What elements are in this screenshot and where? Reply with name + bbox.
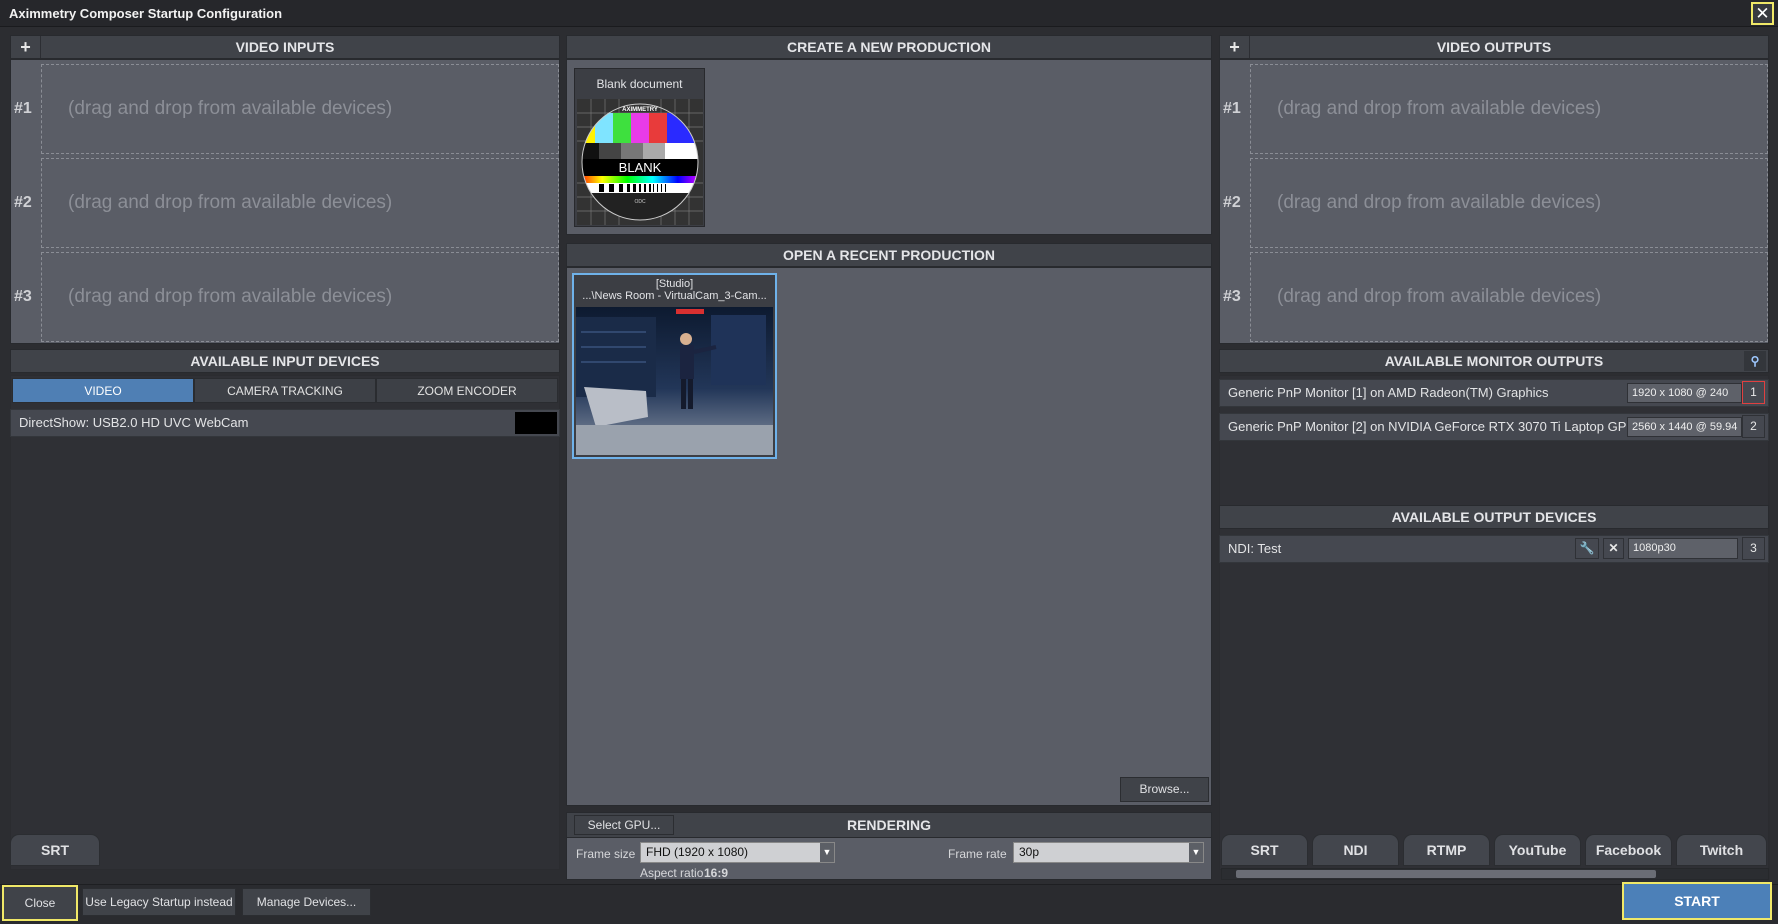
output-device-mode[interactable]: 1080p30 <box>1628 538 1738 559</box>
frame-rate-value: 30p <box>1019 845 1040 859</box>
frame-size-value: FHD (1920 x 1080) <box>646 845 749 859</box>
tab-camera-tracking[interactable]: CAMERA TRACKING <box>194 378 376 403</box>
frame-rate-label: Frame rate <box>948 847 1007 861</box>
blank-label-text: BLANK <box>619 160 662 175</box>
video-outputs-title: VIDEO OUTPUTS <box>1436 39 1552 55</box>
recent-production-thumbnail <box>576 307 773 455</box>
output-slot-1-dropzone[interactable]: (drag and drop from available devices) <box>1250 64 1768 154</box>
video-inputs-title: VIDEO INPUTS <box>235 39 335 55</box>
output-tab-rtmp[interactable]: RTMP <box>1403 834 1490 866</box>
recent-production-header: OPEN A RECENT PRODUCTION <box>566 243 1212 267</box>
output-tab-facebook[interactable]: Facebook <box>1585 834 1672 866</box>
monitor-2-mode[interactable]: 2560 x 1440 @ 59.94 <box>1627 417 1742 437</box>
frame-size-label: Frame size <box>576 847 636 861</box>
video-inputs-panel: #1 (drag and drop from available devices… <box>10 59 560 344</box>
aspect-ratio-label: Aspect ratio <box>640 866 704 880</box>
create-production-header: CREATE A NEW PRODUCTION <box>566 35 1212 59</box>
output-tab-youtube[interactable]: YouTube <box>1494 834 1581 866</box>
scrollbar-thumb[interactable] <box>1236 870 1656 878</box>
input-slot-number-1: #1 <box>14 100 32 117</box>
title-bar: Aximmetry Composer Startup Configuration… <box>0 0 1778 27</box>
video-inputs-header: + VIDEO INPUTS <box>10 35 560 59</box>
video-outputs-panel: #1 (drag and drop from available devices… <box>1219 59 1769 344</box>
output-slot-3-dropzone[interactable]: (drag and drop from available devices) <box>1250 252 1768 342</box>
tab-video[interactable]: VIDEO <box>12 378 194 403</box>
input-slot-number-2: #2 <box>14 194 32 211</box>
tab-zoom-encoder[interactable]: ZOOM ENCODER <box>376 378 558 403</box>
frame-size-dropdown-icon: ▼ <box>820 843 834 862</box>
window-title: Aximmetry Composer Startup Configuration <box>9 6 283 21</box>
remove-icon[interactable]: ✕ <box>1603 538 1624 559</box>
start-button[interactable]: START <box>1622 882 1772 920</box>
recent-item-line2: ...\News Room - VirtualCam_3-Cam... <box>582 290 767 302</box>
monitor-outputs-title: AVAILABLE MONITOR OUTPUTS <box>1384 353 1604 369</box>
input-slot-3-dropzone[interactable]: (drag and drop from available devices) <box>41 252 559 342</box>
monitor-1-mode[interactable]: 1920 x 1080 @ 240 <box>1627 383 1742 403</box>
output-slot-2-dropzone[interactable]: (drag and drop from available devices) <box>1250 158 1768 248</box>
device-preview-swatch <box>515 412 557 434</box>
input-srt-tab[interactable]: SRT <box>10 834 100 866</box>
output-devices-area <box>1219 375 1769 870</box>
frame-rate-select[interactable]: 30p ▼ <box>1013 842 1204 863</box>
legacy-startup-button[interactable]: Use Legacy Startup instead <box>82 888 236 916</box>
input-slot-number-3: #3 <box>14 288 32 305</box>
recent-item-line1: [Studio] <box>655 278 694 290</box>
monitor-2-name: Generic PnP Monitor [2] on NVIDIA GeForc… <box>1228 419 1628 434</box>
monitor-2-number[interactable]: 2 <box>1742 415 1765 438</box>
blank-brand-text: AXIMMETRY <box>622 107 658 113</box>
aspect-ratio-value: 16:9 <box>704 866 729 880</box>
close-button[interactable]: Close <box>2 885 78 921</box>
video-outputs-header: + VIDEO OUTPUTS <box>1219 35 1769 59</box>
wrench-icon[interactable]: 🔧 <box>1575 538 1599 559</box>
monitor-outputs-header: AVAILABLE MONITOR OUTPUTS ⚲ <box>1219 349 1769 373</box>
add-video-output-button[interactable]: + <box>1220 36 1250 58</box>
frame-rate-dropdown-icon: ▼ <box>1189 843 1203 862</box>
window-close-button[interactable]: ✕ <box>1751 2 1774 25</box>
input-devices-panel <box>10 375 560 870</box>
monitor-search-icon[interactable]: ⚲ <box>1744 351 1766 371</box>
output-device-name: NDI: Test <box>1228 541 1282 556</box>
output-tabs-scrollbar[interactable] <box>1221 868 1769 880</box>
input-slot-2-dropzone[interactable]: (drag and drop from available devices) <box>41 158 559 248</box>
output-devices-header: AVAILABLE OUTPUT DEVICES <box>1219 505 1769 529</box>
output-tab-ndi[interactable]: NDI <box>1312 834 1399 866</box>
output-slot-number-1: #1 <box>1223 100 1241 117</box>
output-tab-srt[interactable]: SRT <box>1221 834 1308 866</box>
blank-document-card[interactable]: Blank document AXIMMETRY BLANK ODC <box>574 68 705 227</box>
blank-test-pattern-icon: AXIMMETRY BLANK ODC <box>577 99 703 225</box>
blank-footer-text: ODC <box>634 199 646 205</box>
monitor-1-name: Generic PnP Monitor [1] on AMD Radeon(TM… <box>1228 385 1549 400</box>
output-slot-number-3: #3 <box>1223 288 1241 305</box>
manage-devices-button[interactable]: Manage Devices... <box>242 888 371 916</box>
add-video-input-button[interactable]: + <box>11 36 41 58</box>
rendering-title: RENDERING <box>846 817 931 833</box>
output-tab-twitch[interactable]: Twitch <box>1676 834 1767 866</box>
browse-button[interactable]: Browse... <box>1120 777 1209 802</box>
frame-size-select[interactable]: FHD (1920 x 1080) ▼ <box>640 842 835 863</box>
input-device-row[interactable]: DirectShow: USB2.0 HD UVC WebCam <box>10 409 560 437</box>
output-slot-number-2: #2 <box>1223 194 1241 211</box>
input-devices-header: AVAILABLE INPUT DEVICES <box>10 349 560 373</box>
output-device-number[interactable]: 3 <box>1742 537 1765 560</box>
input-slot-1-dropzone[interactable]: (drag and drop from available devices) <box>41 64 559 154</box>
blank-document-title: Blank document <box>596 77 683 91</box>
select-gpu-button[interactable]: Select GPU... <box>574 815 674 835</box>
input-device-label: DirectShow: USB2.0 HD UVC WebCam <box>19 415 249 430</box>
recent-production-card[interactable]: [Studio] ...\News Room - VirtualCam_3-Ca… <box>572 273 777 459</box>
monitor-1-number[interactable]: 1 <box>1742 381 1765 404</box>
